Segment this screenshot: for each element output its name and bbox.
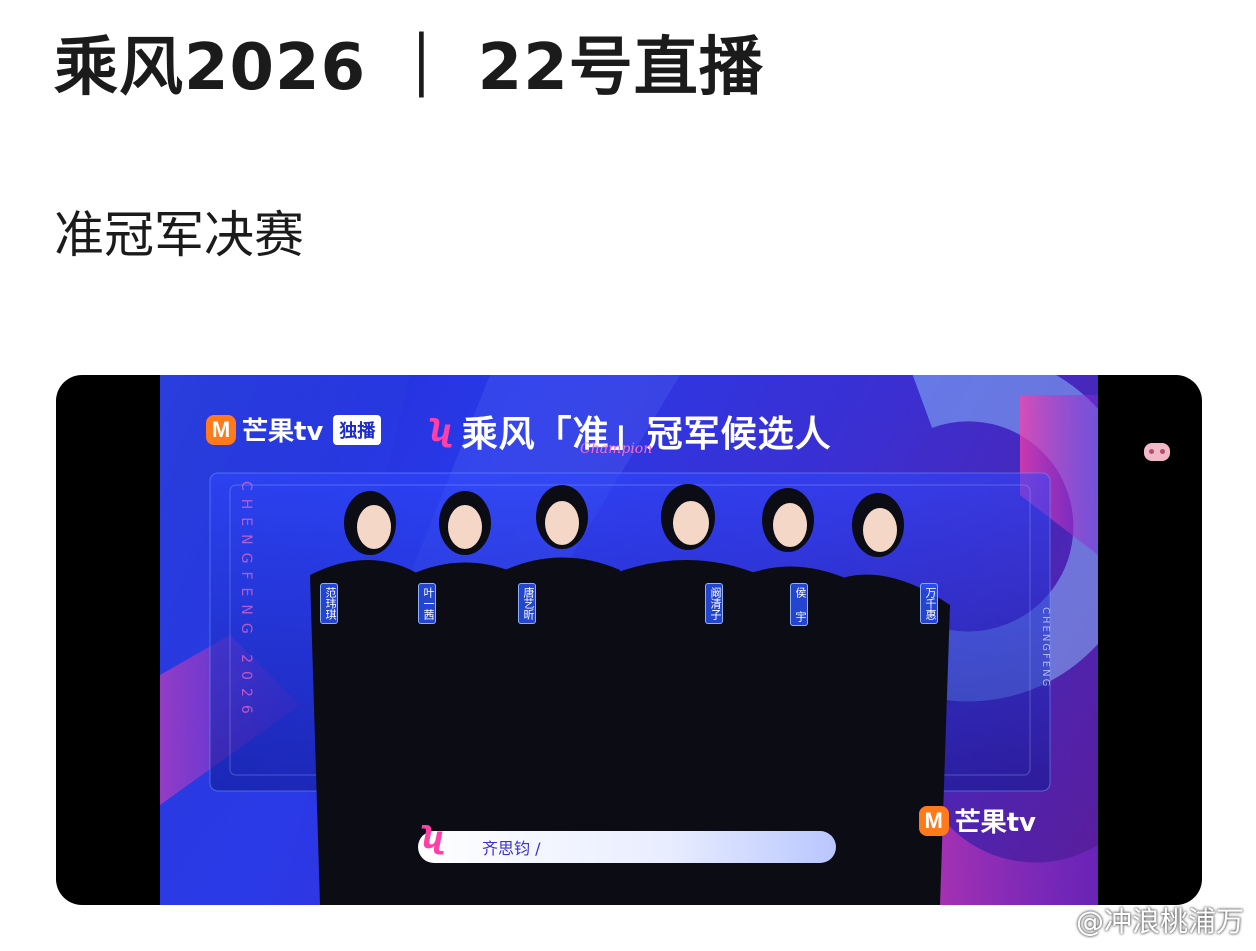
weibo-watermark: @冲浪桃浦万 [1034, 900, 1244, 940]
contestant-tag: 万千惠 [920, 583, 938, 624]
video-frame[interactable]: M 芒果tv 独播 ʯ 乘风「准」冠军候选人 Champion CHENGFEN… [160, 375, 1098, 905]
mango-tv-logo: M 芒果tv 独播 [206, 411, 382, 448]
vertical-deco-right: CHENGFENG [1040, 607, 1051, 689]
mango-icon: M [918, 805, 949, 836]
vertical-deco-left: CHENGFENG 2026 [238, 481, 254, 722]
post-subtitle: 准冠军决赛 [54, 206, 304, 264]
contestant-tag: 唐艺昕 [518, 583, 536, 624]
exclusive-badge: 独播 [333, 414, 382, 445]
post-title: 乘风2026 ｜ 22号直播 [54, 31, 764, 105]
contestant-tag: 阚清子 [705, 583, 723, 624]
weibo-post: 乘风2026 ｜ 22号直播 准冠军决赛 M 芒果tv 独播 ʯ 乘风「准」冠军… [0, 0, 1256, 951]
gamepad-icon[interactable] [1144, 443, 1170, 461]
mango-icon: M [206, 414, 236, 445]
show-logo-icon: ʯ [430, 413, 454, 449]
video-player[interactable]: M 芒果tv 独播 ʯ 乘风「准」冠军候选人 Champion CHENGFEN… [56, 375, 1202, 905]
contestant-tag: 范玮琪 [320, 583, 338, 624]
champion-script: Champion [580, 441, 653, 457]
contestant-tag: 侯 宇 [790, 583, 808, 626]
weibo-icon [1034, 909, 1069, 935]
watermark-text: @冲浪桃浦万 [1075, 905, 1244, 938]
contestant-tag: 叶一茜 [418, 583, 436, 624]
lower-third-bar: 齐思钧 / [418, 831, 836, 863]
lower-third-name: 齐思钧 / [482, 839, 541, 858]
mango-tv-watermark: M 芒果tv [918, 802, 1036, 839]
show-logo-icon: ʯ [422, 821, 446, 856]
